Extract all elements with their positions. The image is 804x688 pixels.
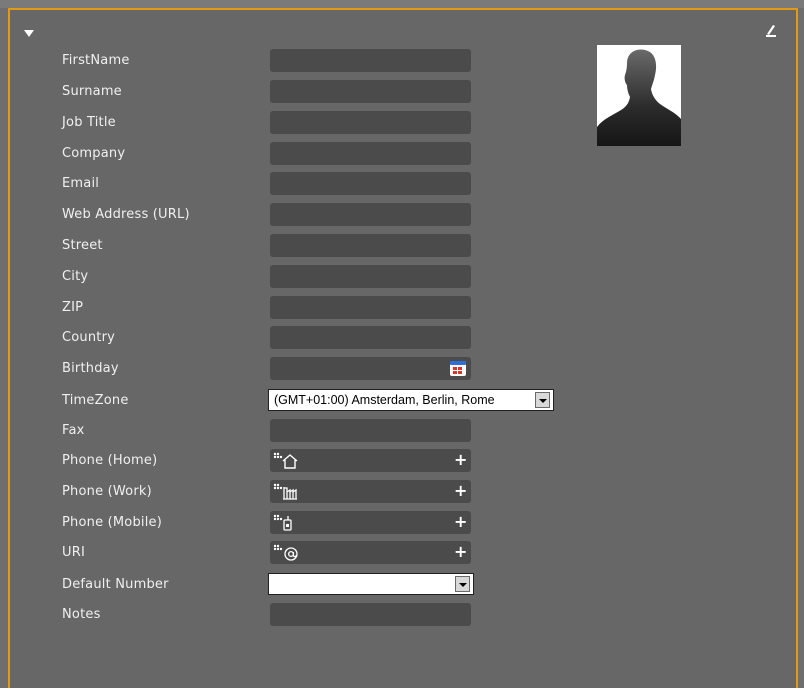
row-web: Web Address (URL) xyxy=(0,203,560,227)
office-icon xyxy=(273,483,297,500)
job-title-input[interactable] xyxy=(270,111,471,134)
surname-label: Surname xyxy=(62,84,122,99)
company-input[interactable] xyxy=(270,142,471,165)
fax-input[interactable] xyxy=(270,419,471,442)
web-address-input[interactable] xyxy=(270,203,471,226)
street-input[interactable] xyxy=(270,234,471,257)
default-number-label: Default Number xyxy=(62,577,169,592)
firstname-input[interactable] xyxy=(270,49,471,72)
row-timezone: TimeZone (GMT+01:00) Amsterdam, Berlin, … xyxy=(0,389,560,413)
row-phone-home: Phone (Home) + xyxy=(0,449,560,473)
phone-mobile-input[interactable]: + xyxy=(270,511,471,534)
phone-work-label: Phone (Work) xyxy=(62,484,152,499)
row-phone-mobile: Phone (Mobile) + xyxy=(0,511,560,535)
row-default-number: Default Number xyxy=(0,573,560,597)
add-phone-mobile-button[interactable]: + xyxy=(454,513,467,531)
timezone-label: TimeZone xyxy=(62,393,129,408)
street-label: Street xyxy=(62,238,103,253)
city-label: City xyxy=(62,269,89,284)
firstname-label: FirstName xyxy=(62,53,130,68)
web-address-label: Web Address (URL) xyxy=(62,207,190,222)
edit-icon[interactable] xyxy=(764,22,778,38)
mobile-phone-icon xyxy=(273,514,292,531)
calendar-icon[interactable] xyxy=(449,359,467,377)
job-title-label: Job Title xyxy=(62,115,116,130)
person-silhouette-icon xyxy=(597,49,681,146)
company-label: Company xyxy=(62,146,126,161)
zip-label: ZIP xyxy=(62,300,84,315)
row-country: Country xyxy=(0,326,560,350)
timezone-select[interactable]: (GMT+01:00) Amsterdam, Berlin, Rome xyxy=(268,389,554,411)
contact-photo[interactable] xyxy=(597,45,681,146)
row-phone-work: Phone (Work) + xyxy=(0,480,560,504)
default-number-select[interactable] xyxy=(268,573,474,595)
row-surname: Surname xyxy=(0,80,560,104)
at-sign-icon xyxy=(273,544,298,561)
row-notes: Notes xyxy=(0,603,560,627)
zip-input[interactable] xyxy=(270,296,471,319)
row-email: Email xyxy=(0,172,560,196)
email-label: Email xyxy=(62,176,100,191)
phone-work-input[interactable]: + xyxy=(270,480,471,503)
phone-home-input[interactable]: + xyxy=(270,449,471,472)
timezone-dropdown-button[interactable] xyxy=(535,392,550,408)
row-uri: URI + xyxy=(0,541,560,565)
add-uri-button[interactable]: + xyxy=(454,543,467,561)
row-zip: ZIP xyxy=(0,296,560,320)
add-phone-work-button[interactable]: + xyxy=(454,482,467,500)
top-bar xyxy=(0,0,804,8)
country-input[interactable] xyxy=(270,326,471,349)
fax-label: Fax xyxy=(62,423,85,438)
row-company: Company xyxy=(0,142,560,166)
email-input[interactable] xyxy=(270,172,471,195)
row-city: City xyxy=(0,265,560,289)
row-firstname: FirstName xyxy=(0,49,560,73)
home-icon xyxy=(273,452,298,469)
timezone-value: (GMT+01:00) Amsterdam, Berlin, Rome xyxy=(274,393,495,407)
notes-label: Notes xyxy=(62,607,101,622)
row-street: Street xyxy=(0,234,560,258)
uri-label: URI xyxy=(62,545,85,560)
country-label: Country xyxy=(62,330,116,345)
notes-input[interactable] xyxy=(270,603,471,626)
add-phone-home-button[interactable]: + xyxy=(454,451,467,469)
default-number-dropdown-button[interactable] xyxy=(455,576,470,592)
collapse-toggle-icon[interactable] xyxy=(24,30,34,37)
city-input[interactable] xyxy=(270,265,471,288)
row-birthday: Birthday xyxy=(0,357,560,381)
row-fax: Fax xyxy=(0,419,560,443)
birthday-label: Birthday xyxy=(62,361,119,376)
row-job-title: Job Title xyxy=(0,111,560,135)
phone-mobile-label: Phone (Mobile) xyxy=(62,515,162,530)
uri-input[interactable]: + xyxy=(270,541,471,564)
birthday-input[interactable] xyxy=(270,357,471,380)
surname-input[interactable] xyxy=(270,80,471,103)
phone-home-label: Phone (Home) xyxy=(62,453,158,468)
